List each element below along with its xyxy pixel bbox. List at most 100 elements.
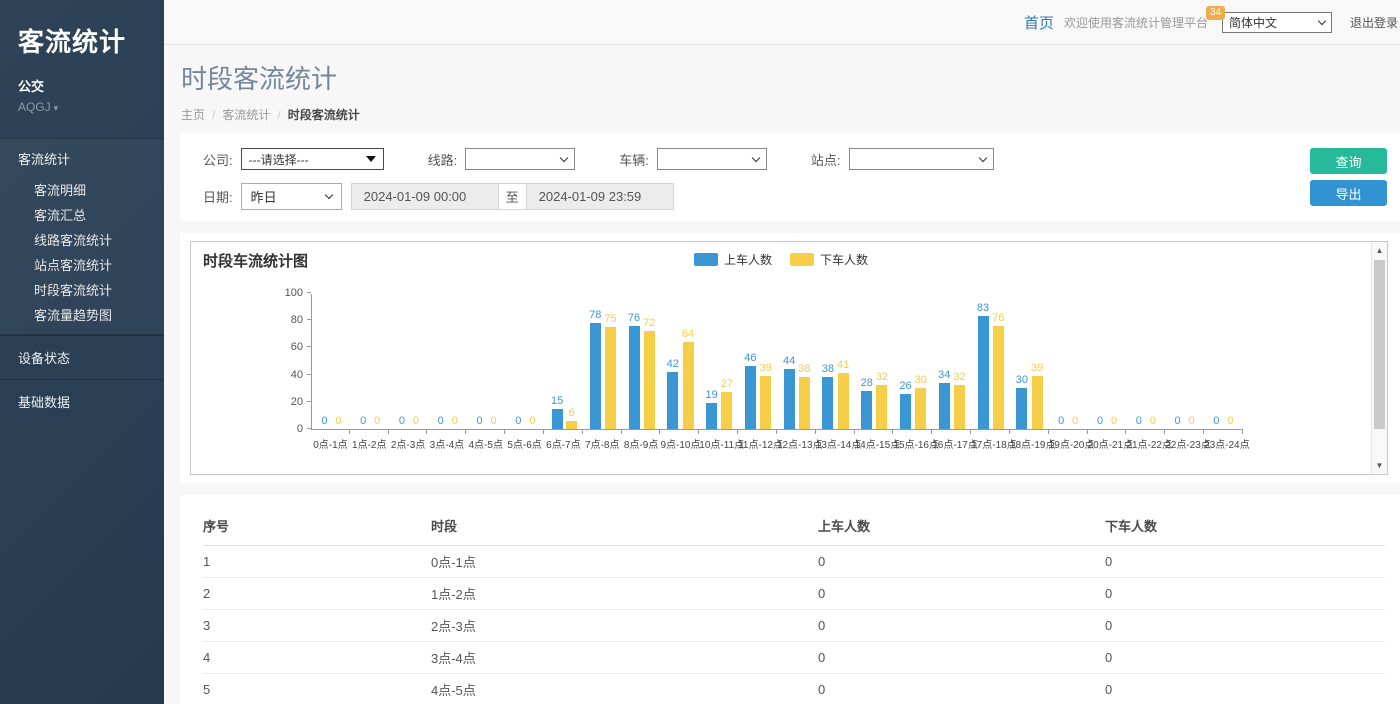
sidebar-section: 基础数据	[0, 379, 164, 423]
legend-swatch	[694, 253, 718, 266]
sidebar-item-客流统计[interactable]: 客流统计	[0, 139, 164, 178]
stats-table: 序号时段上车人数下车人数 10点-1点0021点-2点0032点-3点0043点…	[203, 507, 1385, 704]
sidebar-item-线路客流统计[interactable]: 线路客流统计	[0, 228, 164, 253]
sidebar-item-时段客流统计[interactable]: 时段客流统计	[0, 278, 164, 303]
x-axis-label: 15点-16点	[893, 436, 932, 451]
legend-swatch	[790, 253, 814, 266]
bar-column: 0	[333, 294, 344, 429]
x-axis-label: 1点-2点	[350, 436, 389, 451]
vehicle-select[interactable]	[657, 148, 767, 170]
bar-value-label: 83	[977, 303, 989, 314]
legend-item[interactable]: 上车人数	[694, 251, 772, 268]
bar-column: 0	[435, 294, 446, 429]
sidebar-item-客流明细[interactable]: 客流明细	[0, 178, 164, 203]
bar-column: 0	[1211, 294, 1222, 429]
sidebar-item-客流量趋势图[interactable]: 客流量趋势图	[0, 303, 164, 334]
home-link[interactable]: 首页	[1024, 12, 1054, 33]
company-select[interactable]: ---请选择---	[241, 148, 384, 170]
bar	[745, 366, 756, 429]
breadcrumb-separator: /	[212, 108, 215, 122]
line-label: 线路:	[428, 150, 458, 169]
bar-group: 8376	[971, 294, 1010, 429]
x-axis-label: 0点-1点	[311, 436, 350, 451]
logout-link[interactable]: 退出登录	[1350, 14, 1398, 31]
chart-panel: 时段车流统计图 上车人数下车人数 00000000000015678757672…	[180, 233, 1400, 483]
sidebar-item-站点客流统计[interactable]: 站点客流统计	[0, 253, 164, 278]
station-select[interactable]	[849, 148, 994, 170]
language-select-wrap: 34 简体中文	[1222, 12, 1332, 33]
breadcrumb-item: 时段客流统计	[288, 108, 360, 122]
org-name: 公交	[0, 59, 164, 95]
bar-group: 7672	[622, 294, 661, 429]
chart-x-ticks	[311, 430, 1243, 434]
notification-badge: 34	[1206, 6, 1225, 20]
table-row: 32点-3点00	[203, 610, 1385, 642]
bar-group: 00	[506, 294, 545, 429]
bar-value-label: 0	[1150, 416, 1156, 427]
bar-value-label: 0	[1058, 416, 1064, 427]
chart-scrollbar[interactable]: ▲ ▼	[1371, 242, 1387, 474]
bar-column: 6	[566, 294, 577, 429]
bar-column: 0	[527, 294, 538, 429]
chevron-down-icon	[560, 153, 568, 161]
sidebar: 客流统计 公交 AQGJ▾ 客流统计客流明细客流汇总线路客流统计站点客流统计时段…	[0, 0, 164, 704]
bar-column: 0	[449, 294, 460, 429]
y-axis-label: 20	[269, 396, 303, 408]
export-button[interactable]: 导出	[1310, 180, 1387, 206]
sidebar-item-设备状态[interactable]: 设备状态	[0, 336, 164, 379]
x-axis-tick	[699, 430, 738, 434]
bar-column: 46	[744, 294, 756, 429]
bar-value-label: 72	[643, 318, 655, 329]
line-select[interactable]	[465, 148, 575, 170]
breadcrumb-item[interactable]: 客流统计	[222, 108, 270, 122]
scrollbar-thumb[interactable]	[1374, 260, 1385, 429]
x-axis-label: 17点-18点	[971, 436, 1010, 451]
x-axis-tick	[544, 430, 583, 434]
x-axis-label: 9点-10点	[660, 436, 699, 451]
bar-column: 30	[1016, 294, 1028, 429]
bar-column: 0	[1109, 294, 1120, 429]
scroll-up-icon[interactable]: ▲	[1372, 243, 1387, 258]
table-header-row: 序号时段上车人数下车人数	[203, 507, 1385, 546]
bar-value-label: 75	[604, 314, 616, 325]
bar-group: 4639	[739, 294, 778, 429]
org-code-dropdown[interactable]: AQGJ▾	[0, 95, 164, 114]
chart-plot: 0000000000001567875767242641927463944383…	[311, 294, 1243, 430]
date-to-input[interactable]: 2024-01-09 23:59	[526, 183, 674, 210]
bar	[667, 372, 678, 429]
bar-value-label: 42	[667, 359, 679, 370]
table-cell: 0	[818, 642, 1105, 674]
sidebar-item-基础数据[interactable]: 基础数据	[0, 380, 164, 423]
table-cell: 1	[203, 546, 431, 578]
x-axis-label: 23点-24点	[1204, 436, 1243, 451]
bar-group: 3039	[1010, 294, 1049, 429]
bar-value-label: 0	[438, 416, 444, 427]
bar	[644, 331, 655, 429]
sidebar-item-客流汇总[interactable]: 客流汇总	[0, 203, 164, 228]
bar-value-label: 0	[374, 416, 380, 427]
bar	[900, 394, 911, 429]
breadcrumb-separator: /	[277, 108, 280, 122]
language-select[interactable]: 简体中文	[1222, 12, 1332, 33]
y-axis-tick	[307, 428, 311, 429]
date-from-input[interactable]: 2024-01-09 00:00	[351, 183, 499, 210]
triangle-down-icon	[366, 156, 376, 162]
bar-column: 38	[798, 294, 810, 429]
bar	[760, 376, 771, 429]
breadcrumb-item[interactable]: 主页	[181, 108, 205, 122]
bar-group: 00	[428, 294, 467, 429]
bar-group: 3841	[816, 294, 855, 429]
table-panel: 序号时段上车人数下车人数 10点-1点0021点-2点0032点-3点0043点…	[180, 495, 1400, 704]
station-label: 站点:	[811, 150, 841, 169]
bar-group: 00	[1088, 294, 1127, 429]
x-axis-tick	[1126, 430, 1165, 434]
scroll-down-icon[interactable]: ▼	[1372, 458, 1387, 473]
y-axis-tick	[307, 401, 311, 402]
x-axis-tick	[389, 430, 428, 434]
table-cell: 5	[203, 674, 431, 704]
bar-group: 00	[1165, 294, 1204, 429]
date-preset-select[interactable]: 昨日	[241, 183, 342, 210]
query-button[interactable]: 查询	[1310, 148, 1387, 174]
bar-value-label: 0	[1072, 416, 1078, 427]
legend-item[interactable]: 下车人数	[790, 251, 868, 268]
